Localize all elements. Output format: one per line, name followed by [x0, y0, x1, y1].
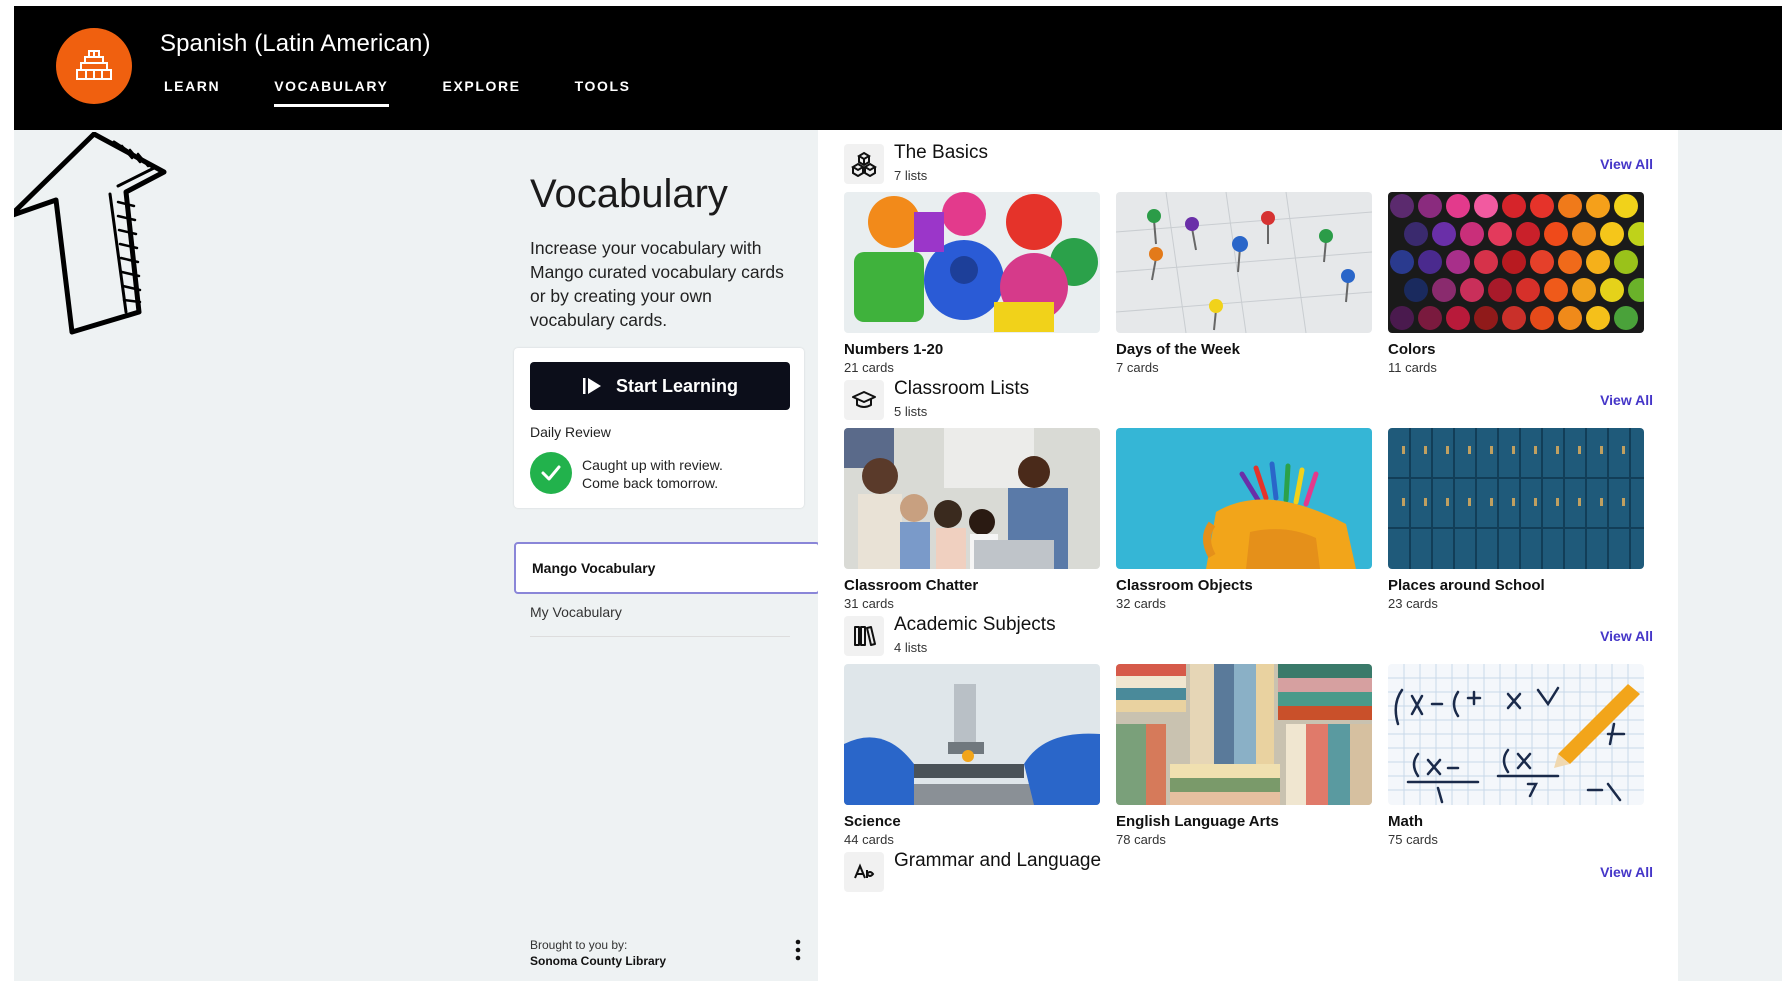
nav-tab-explore[interactable]: EXPLORE — [443, 78, 521, 107]
card-title: Colors — [1388, 341, 1436, 358]
check-icon — [530, 452, 572, 494]
divider — [530, 636, 790, 637]
vocabulary-lists: The Basics 7 lists View All Numbers 1-20… — [818, 130, 1678, 981]
section-title: Grammar and Language — [894, 850, 1102, 871]
math-equations-image — [1388, 664, 1644, 805]
graduation-cap-icon — [844, 380, 884, 420]
card-days-of-the-week[interactable]: Days of the Week 7 cards — [1116, 192, 1372, 375]
card-count: 31 cards — [844, 596, 894, 611]
card-classroom-objects[interactable]: Classroom Objects 32 cards — [1116, 428, 1372, 611]
cubes-icon — [844, 144, 884, 184]
card-count: 32 cards — [1116, 596, 1166, 611]
card-title: Places around School — [1388, 577, 1545, 594]
microscope-image — [844, 664, 1100, 805]
card-places-around-school[interactable]: Places around School 23 cards — [1388, 428, 1644, 611]
section-count: 4 lists — [894, 640, 928, 655]
section-count: 7 lists — [894, 168, 928, 183]
tab-my-vocabulary[interactable]: My Vocabulary — [530, 604, 622, 620]
mango-logo[interactable] — [56, 28, 132, 104]
card-colors[interactable]: Colors 11 cards — [1388, 192, 1644, 375]
card-count: 7 cards — [1116, 360, 1159, 375]
card-title: Classroom Chatter — [844, 577, 979, 594]
card-title: Math — [1388, 813, 1423, 830]
card-classroom-chatter[interactable]: Classroom Chatter 31 cards — [844, 428, 1100, 611]
nav-tab-vocabulary[interactable]: VOCABULARY — [274, 78, 389, 107]
grammar-icon — [844, 852, 884, 892]
card-science[interactable]: Science 44 cards — [844, 664, 1100, 847]
crayons-image — [1388, 192, 1644, 333]
card-count: 78 cards — [1116, 832, 1166, 847]
card-title: Science — [844, 813, 901, 830]
review-card: Start Learning Daily Review Caught up wi… — [514, 348, 804, 508]
numbers-image — [844, 192, 1100, 333]
card-title: Classroom Objects — [1116, 577, 1253, 594]
section-title: Classroom Lists — [894, 378, 1030, 399]
section-title: Academic Subjects — [894, 614, 1056, 635]
top-bar: Spanish (Latin American) LEARN VOCABULAR… — [14, 6, 1782, 130]
card-count: 21 cards — [844, 360, 894, 375]
library-name: Sonoma County Library — [530, 954, 667, 968]
course-title[interactable]: Spanish (Latin American) — [160, 30, 431, 58]
books-icon — [844, 616, 884, 656]
review-status-line-2: Come back tomorrow. — [582, 475, 719, 491]
view-all-link[interactable]: View All — [1600, 392, 1653, 408]
play-icon — [582, 378, 601, 394]
page-title: Vocabulary — [530, 172, 728, 216]
card-count: 75 cards — [1388, 832, 1438, 847]
review-status-line-1: Caught up with review. — [582, 457, 723, 473]
card-numbers[interactable]: Numbers 1-20 21 cards — [844, 192, 1100, 375]
main-nav: LEARN VOCABULARY EXPLORE TOOLS — [164, 78, 685, 107]
review-status-message: Caught up with review. Come back tomorro… — [582, 456, 782, 492]
card-count: 11 cards — [1388, 360, 1437, 375]
books-stack-image — [1116, 664, 1372, 805]
app-window: Spanish (Latin American) LEARN VOCABULAR… — [14, 6, 1782, 981]
view-all-link[interactable]: View All — [1600, 864, 1653, 880]
daily-review-label: Daily Review — [530, 424, 611, 440]
hand-drawn-arrow-icon — [14, 132, 167, 335]
view-all-link[interactable]: View All — [1600, 628, 1653, 644]
calendar-pins-image — [1116, 192, 1372, 333]
card-english-language-arts[interactable]: English Language Arts 78 cards — [1116, 664, 1372, 847]
card-math[interactable]: Math 75 cards — [1388, 664, 1644, 847]
page-description: Increase your vocabulary with Mango cura… — [530, 238, 784, 330]
card-title: English Language Arts — [1116, 813, 1279, 830]
section-count: 5 lists — [894, 404, 928, 419]
start-learning-button[interactable]: Start Learning — [530, 362, 790, 410]
classroom-photo-image — [844, 428, 1100, 569]
more-options-icon[interactable] — [792, 938, 804, 962]
card-title: Days of the Week — [1116, 341, 1240, 358]
pyramid-icon — [76, 50, 112, 80]
lockers-image — [1388, 428, 1644, 569]
card-title: Numbers 1-20 — [844, 341, 944, 358]
start-learning-label: Start Learning — [615, 375, 739, 396]
backpack-image — [1116, 428, 1372, 569]
nav-tab-learn[interactable]: LEARN — [164, 78, 220, 107]
tab-mango-vocabulary[interactable]: Mango Vocabulary — [514, 542, 820, 594]
brought-by-label: Brought to you by: — [530, 938, 628, 952]
card-count: 23 cards — [1388, 596, 1438, 611]
card-count: 44 cards — [844, 832, 894, 847]
view-all-link[interactable]: View All — [1600, 156, 1653, 172]
nav-tab-tools[interactable]: TOOLS — [575, 78, 631, 107]
section-title: The Basics — [894, 142, 988, 163]
